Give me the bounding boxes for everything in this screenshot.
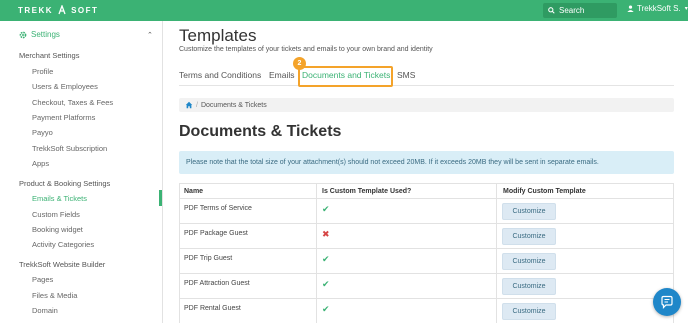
check-icon: ✔ <box>322 204 330 214</box>
page-title: Templates <box>179 26 257 45</box>
chevron-up-icon[interactable]: ⌃ <box>147 31 153 39</box>
info-alert: Please note that the total size of your … <box>179 151 674 174</box>
top-bar: TREKK SOFT Search TrekkSoft S. ▾ <box>0 0 688 21</box>
user-icon <box>627 5 634 12</box>
home-icon[interactable] <box>185 101 193 109</box>
breadcrumb-separator: / <box>196 101 198 109</box>
logo[interactable]: TREKK SOFT <box>18 4 99 15</box>
row-name: PDF Trip Guest <box>184 255 233 262</box>
step-badge: 2 <box>293 57 306 70</box>
templates-table: Name Is Custom Template Used? Modify Cus… <box>179 183 674 323</box>
customize-button[interactable]: Customize <box>502 253 556 270</box>
column-header-modify: Modify Custom Template <box>503 188 586 195</box>
user-menu[interactable]: TrekkSoft S. ▾ <box>627 4 688 13</box>
sidebar-item-checkout[interactable]: Checkout, Taxes & Fees <box>32 98 113 107</box>
sidebar-item-pages[interactable]: Pages <box>32 275 53 284</box>
user-name: TrekkSoft S. <box>637 4 681 13</box>
check-icon: ✔ <box>322 279 330 289</box>
table-row: PDF Rental Guest ✔ Customize <box>180 299 673 323</box>
logo-text-right: SOFT <box>71 5 99 15</box>
sidebar-item-custom-fields[interactable]: Custom Fields <box>32 210 80 219</box>
sidebar-active-indicator <box>159 190 162 206</box>
sidebar-section-product-booking[interactable]: Product & Booking Settings <box>19 179 110 188</box>
row-name: PDF Package Guest <box>184 230 248 237</box>
sidebar-item-payment-platforms[interactable]: Payment Platforms <box>32 113 95 122</box>
table-row: PDF Attraction Guest ✔ Customize <box>180 274 673 299</box>
tab-bar: Terms and Conditions Emails Documents an… <box>179 69 674 86</box>
breadcrumb: / Documents & Tickets <box>179 98 674 112</box>
sidebar: Settings ⌃ Merchant Settings Profile Use… <box>0 21 163 323</box>
chat-button[interactable] <box>653 288 681 316</box>
search-input[interactable]: Search <box>543 3 617 18</box>
sidebar-item-users-employees[interactable]: Users & Employees <box>32 82 98 91</box>
sidebar-section-merchant[interactable]: Merchant Settings <box>19 51 79 60</box>
table-row: PDF Terms of Service ✔ Customize <box>180 199 673 224</box>
sidebar-settings-label: Settings <box>31 30 60 39</box>
chat-icon <box>661 295 673 309</box>
sidebar-item-activity-categories[interactable]: Activity Categories <box>32 240 94 249</box>
tab-emails[interactable]: Emails <box>269 70 295 80</box>
cross-icon: ✖ <box>322 229 330 239</box>
breadcrumb-current: Documents & Tickets <box>200 101 267 109</box>
row-name: PDF Terms of Service <box>184 205 252 212</box>
tab-sms[interactable]: SMS <box>397 70 415 80</box>
sidebar-item-payyo[interactable]: Payyo <box>32 128 53 137</box>
table-row: PDF Trip Guest ✔ Customize <box>180 249 673 274</box>
customize-button[interactable]: Customize <box>502 203 556 220</box>
sidebar-item-booking-widget[interactable]: Booking widget <box>32 225 83 234</box>
sidebar-item-apps[interactable]: Apps <box>32 159 49 168</box>
search-placeholder: Search <box>559 6 585 15</box>
column-header-custom-used: Is Custom Template Used? <box>322 188 412 195</box>
row-name: PDF Rental Guest <box>184 305 241 312</box>
customize-button[interactable]: Customize <box>502 278 556 295</box>
customize-button[interactable]: Customize <box>502 303 556 320</box>
tab-terms-and-conditions[interactable]: Terms and Conditions <box>179 70 261 80</box>
sidebar-settings-header[interactable]: Settings <box>19 30 60 39</box>
table-row: PDF Package Guest ✖ Customize <box>180 224 673 249</box>
sidebar-item-profile[interactable]: Profile <box>32 67 53 76</box>
check-icon: ✔ <box>322 254 330 264</box>
info-alert-text: Please note that the total size of your … <box>186 159 599 166</box>
tutorial-highlight-box <box>298 66 393 87</box>
sidebar-item-emails-tickets[interactable]: Emails & Tickets <box>32 194 87 203</box>
sidebar-item-files-media[interactable]: Files & Media <box>32 291 77 300</box>
page-subtitle: Customize the templates of your tickets … <box>179 46 433 53</box>
table-header-row: Name Is Custom Template Used? Modify Cus… <box>180 184 673 199</box>
sidebar-item-subscription[interactable]: TrekkSoft Subscription <box>32 144 107 153</box>
sidebar-item-domain[interactable]: Domain <box>32 306 58 315</box>
logo-text-left: TREKK <box>18 5 54 15</box>
row-name: PDF Attraction Guest <box>184 280 250 287</box>
customize-button[interactable]: Customize <box>502 228 556 245</box>
section-title: Documents & Tickets <box>179 123 342 140</box>
sidebar-section-website-builder[interactable]: TrekkSoft Website Builder <box>19 260 105 269</box>
column-header-name: Name <box>184 188 204 195</box>
search-icon <box>548 7 555 14</box>
gear-icon <box>19 31 27 38</box>
chevron-down-icon: ▾ <box>684 6 688 12</box>
check-icon: ✔ <box>322 304 330 314</box>
logo-mark-icon <box>57 4 67 15</box>
